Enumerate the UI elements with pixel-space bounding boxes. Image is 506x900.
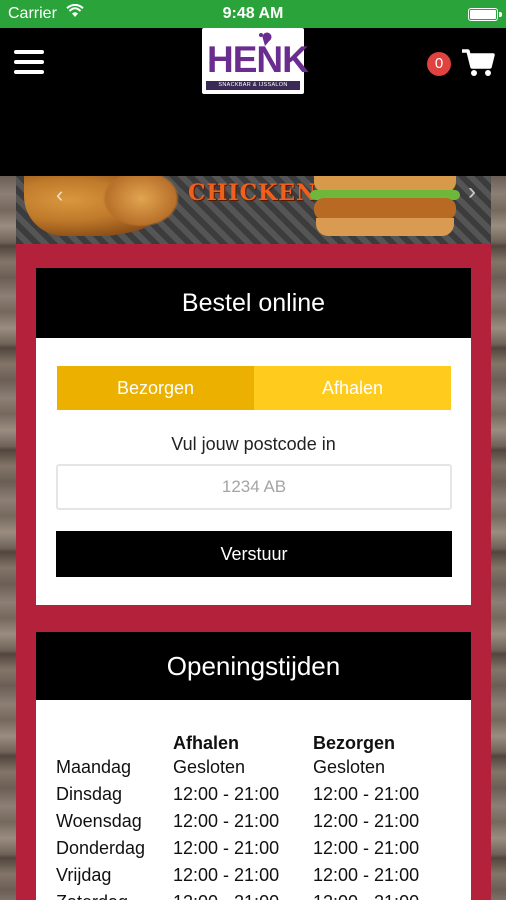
table-row: Maandag Gesloten Gesloten [56, 754, 433, 781]
banner-caption: CHICKEN [188, 180, 318, 206]
delivery-hours: 12:00 - 21:00 [313, 784, 420, 804]
postcode-label: Vul jouw postcode in [171, 434, 336, 454]
day-name: Zaterdag [56, 889, 173, 900]
postcode-input[interactable] [56, 464, 452, 510]
pickup-hours: 12:00 - 21:00 [173, 784, 280, 804]
logo-subtitle: SNACKBAR & IJSSALON [206, 81, 300, 90]
table-row: Vrijdag 12:00 - 21:00 12:00 - 21:00 [56, 862, 433, 889]
status-time: 9:48 AM [222, 5, 284, 22]
hours-title: Openingstijden [36, 632, 471, 700]
pickup-hours: Gesloten [173, 757, 246, 777]
battery-icon [468, 8, 502, 21]
day-header [56, 732, 173, 754]
pickup-hours: 12:00 - 21:00 [173, 811, 280, 831]
cart-count-badge: 0 [427, 52, 451, 76]
menu-icon[interactable] [14, 50, 44, 74]
status-bar: Carrier 9:48 AM [0, 0, 506, 28]
day-name: Woensdag [56, 811, 142, 831]
day-name: Dinsdag [56, 784, 123, 804]
table-row: Donderdag 12:00 - 21:00 12:00 - 21:00 [56, 835, 433, 862]
cart-icon[interactable] [461, 48, 495, 78]
table-row: Dinsdag 12:00 - 21:00 12:00 - 21:00 [56, 781, 433, 808]
logo-text: HENK [207, 39, 309, 80]
delivery-hours: Gesloten [313, 757, 386, 777]
henk-logo[interactable]: HENK SNACKBAR & IJSSALON [202, 28, 309, 94]
pickup-hours: 12:00 - 21:00 [173, 865, 280, 885]
burger-bun [316, 218, 454, 236]
top-navbar: HENK SNACKBAR & IJSSALON 0 [0, 28, 506, 176]
delivery-hours: 12:00 - 21:00 [313, 811, 420, 831]
pickup-header: Afhalen [173, 732, 240, 753]
delivery-hours: 12:00 - 21:00 [313, 865, 420, 885]
order-type-tabs: Bezorgen Afhalen [57, 366, 451, 410]
submit-button[interactable]: Verstuur [56, 531, 452, 577]
opening-hours-card: Openingstijden Afhalen Bezorgen Maandag … [36, 632, 471, 900]
delivery-header: Bezorgen [313, 732, 396, 753]
burger-patty [314, 198, 456, 220]
chevron-right-icon[interactable]: › [468, 178, 476, 206]
tab-bezorgen[interactable]: Bezorgen [57, 366, 254, 410]
day-name: Maandag [56, 757, 132, 777]
order-title: Bestel online [36, 268, 471, 338]
table-row: Woensdag 12:00 - 21:00 12:00 - 21:00 [56, 808, 433, 835]
order-card: Bestel online Bezorgen Afhalen Vul jouw … [36, 268, 471, 605]
hours-table: Afhalen Bezorgen Maandag Gesloten Geslot… [56, 732, 433, 900]
delivery-hours: 12:00 - 21:00 [313, 838, 420, 858]
chevron-left-icon[interactable]: ‹ [56, 182, 63, 208]
hours-header-row: Afhalen Bezorgen [56, 732, 433, 754]
promo-banner[interactable]: CHICKEN ‹ › [16, 176, 491, 244]
delivery-hours: 12:00 - 21:00 [313, 889, 433, 900]
pickup-hours: 12:00 - 21:00 [173, 838, 280, 858]
tab-afhalen[interactable]: Afhalen [254, 366, 451, 410]
pickup-hours: 12:00 - 21:00 [173, 889, 313, 900]
chicken-image-2 [96, 176, 186, 232]
table-row: Zaterdag 12:00 - 21:00 12:00 - 21:00 [56, 889, 433, 900]
day-name: Vrijdag [56, 865, 112, 885]
day-name: Donderdag [56, 838, 146, 858]
